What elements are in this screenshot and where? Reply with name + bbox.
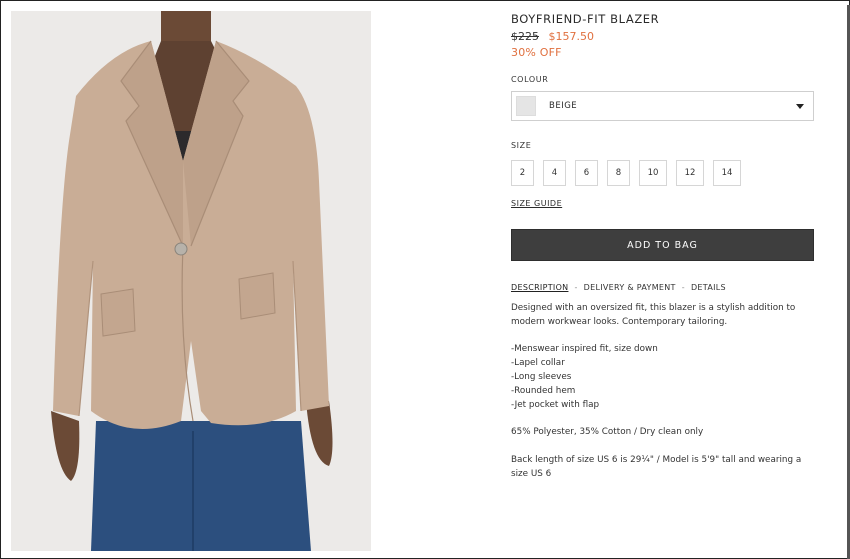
price-row: $225 $157.50: [511, 30, 814, 43]
description-intro-line: modern workwear looks. Contemporary tail…: [511, 316, 728, 327]
description-intro-line: Designed with an oversized fit, this bla…: [511, 303, 796, 313]
product-title: BOYFRIEND-FIT BLAZER: [511, 12, 660, 26]
tab-details[interactable]: DETAILS: [691, 283, 726, 292]
feature-bullet: -Long sleeves: [511, 371, 572, 382]
size-option-6[interactable]: 6: [575, 160, 598, 186]
composition-text: 65% Polyester, 35% Cotton / Dry clean on…: [511, 427, 704, 438]
product-info-panel: BOYFRIEND-FIT BLAZER $225 $157.50 30% OF…: [511, 12, 814, 481]
chevron-down-icon: [796, 103, 804, 109]
tab-delivery-payment[interactable]: DELIVERY & PAYMENT: [584, 283, 676, 292]
feature-bullet: -Rounded hem: [511, 385, 576, 396]
size-option-4[interactable]: 4: [543, 160, 566, 186]
size-options: 2 4 6 8 10 12 14: [511, 160, 814, 186]
size-option-12[interactable]: 12: [676, 160, 704, 186]
tab-description[interactable]: DESCRIPTION: [511, 283, 568, 292]
feature-bullet: -Jet pocket with flap: [511, 399, 600, 410]
feature-bullet: -Menswear inspired fit, size down: [511, 344, 658, 355]
product-photo-illustration: [51, 11, 333, 551]
info-tabs: DESCRIPTION - DELIVERY & PAYMENT - DETAI…: [511, 283, 814, 292]
size-option-8[interactable]: 8: [607, 160, 630, 186]
colour-select[interactable]: BEIGE: [511, 91, 814, 121]
size-label: SIZE: [511, 141, 532, 150]
fit-info-line: Back length of size US 6 is 29¼" / Model…: [511, 454, 802, 465]
discount-badge: 30% OFF: [511, 46, 562, 59]
tab-separator: -: [681, 283, 685, 292]
feature-bullet: -Lapel collar: [511, 358, 565, 369]
size-guide-link[interactable]: SIZE GUIDE: [511, 199, 562, 208]
fit-info-line: size US 6: [511, 468, 552, 479]
tab-separator: -: [574, 283, 578, 292]
size-option-10[interactable]: 10: [639, 160, 667, 186]
sale-price: $157.50: [548, 30, 595, 43]
original-price: $225: [511, 30, 539, 43]
colour-selected-value: BEIGE: [549, 101, 578, 111]
product-image[interactable]: [11, 11, 371, 551]
description-text: Designed with an oversized fit, this bla…: [511, 302, 814, 481]
size-option-14[interactable]: 14: [713, 160, 741, 186]
colour-swatch: [516, 96, 536, 116]
size-option-2[interactable]: 2: [511, 160, 534, 186]
colour-label: COLOUR: [511, 75, 549, 84]
add-to-bag-button[interactable]: ADD TO BAG: [511, 229, 814, 261]
